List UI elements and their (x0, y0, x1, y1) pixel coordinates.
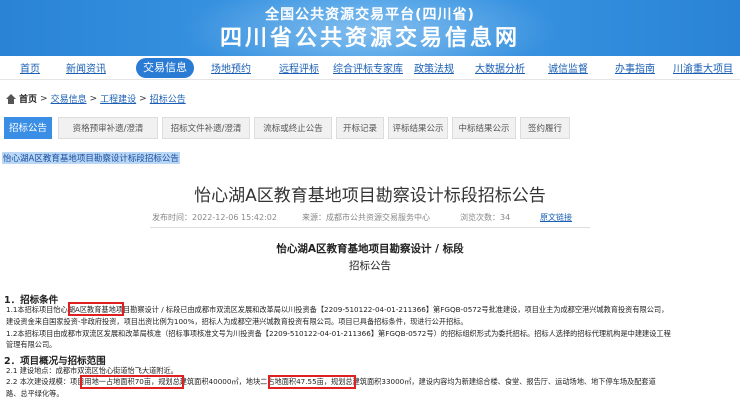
nav-item-trading-info[interactable]: 交易信息 (136, 58, 194, 78)
nav-item-major-projects[interactable]: 川渝重大项目 (673, 60, 733, 75)
annotation-box-plot-two-area (268, 375, 356, 389)
site-title: 四川省公共资源交易信息网 (219, 26, 520, 51)
nav-item-guide[interactable]: 办事指南 (615, 60, 655, 75)
view-count: 浏览次数：34 (460, 213, 511, 222)
tab-bid-opening-record[interactable]: 开标记录 (336, 117, 384, 139)
breadcrumb-separator: > (40, 93, 48, 104)
breadcrumb-home[interactable]: 首页 (19, 92, 37, 105)
tab-failed-or-terminated[interactable]: 流标或终止公告 (254, 117, 332, 139)
section-heading-1: 1．招标条件 (4, 295, 59, 306)
annotation-box-plot-one-area (80, 375, 184, 389)
notice-type-tabs: 招标公告 资格预审补遗/澄清 招标文件补遗/澄清 流标或终止公告 开标记录 评标… (4, 117, 736, 139)
nav-item-credit[interactable]: 诚信监督 (548, 60, 588, 75)
paragraph-2-3: 路、总平绿化等。 (6, 389, 64, 398)
tab-tender-doc-clarification[interactable]: 招标文件补遗/澄清 (162, 117, 250, 139)
source: 来源：成都市公共资源交易服务中心 (302, 213, 430, 222)
paragraph-1-4: 管理有限公司。 (6, 340, 57, 349)
breadcrumb-tender-notice[interactable]: 招标公告 (150, 92, 186, 105)
section-heading-2: 2．项目概况与招标范围 (4, 356, 106, 367)
tab-evaluation-result[interactable]: 评标结果公示 (388, 117, 448, 139)
tab-tender-notice[interactable]: 招标公告 (4, 117, 52, 139)
original-link[interactable]: 原文链接 (540, 213, 572, 222)
annotation-box-project-name (68, 302, 124, 316)
main-nav: 首页 新闻资讯 交易信息 场地预约 远程评标 综合评标专家库 政策法规 大数据分… (0, 56, 740, 80)
tab-award-result[interactable]: 中标结果公示 (452, 117, 516, 139)
article-title: 怡心湖A区教育基地项目勘察设计标段招标公告 (194, 186, 546, 206)
nav-item-home[interactable]: 首页 (20, 60, 40, 75)
publish-time: 发布时间：2022-12-06 15:42:02 (152, 213, 277, 222)
header-divider (150, 227, 590, 228)
nav-item-expert-pool[interactable]: 综合评标专家库 (333, 60, 403, 75)
nav-item-venue-booking[interactable]: 场地预约 (211, 60, 251, 75)
breadcrumb-separator: > (139, 93, 147, 104)
nav-item-big-data[interactable]: 大数据分析 (475, 60, 525, 75)
breadcrumb: 首页 > 交易信息 > 工程建设 > 招标公告 (6, 92, 186, 105)
tab-contract-performance[interactable]: 签约履行 (520, 117, 570, 139)
breadcrumb-separator: > (89, 93, 98, 104)
document-title: 怡心湖A区教育基地项目勘察设计 / 标段 (276, 243, 464, 255)
tab-prequal-clarification[interactable]: 资格预审补遗/澄清 (58, 117, 158, 139)
home-icon (6, 93, 16, 104)
paragraph-1-2: 建设资金来自国家投资-非政府投资，项目出资比例为100%，招标人为成都空港兴城教… (6, 317, 468, 326)
nav-item-remote-evaluation[interactable]: 远程评标 (279, 60, 319, 75)
site-banner: 全国公共资源交易平台(四川省) 四川省公共资源交易信息网 (0, 0, 740, 56)
document-subtitle: 招标公告 (349, 260, 391, 272)
nav-item-policy[interactable]: 政策法规 (414, 60, 454, 75)
paragraph-1-3: 1.2本招标项目由成都市双流区发展和改革局核准（招标事项核准文号为川投资备【22… (6, 329, 671, 338)
breadcrumb-trading-info[interactable]: 交易信息 (51, 92, 87, 105)
nav-item-news[interactable]: 新闻资讯 (66, 60, 106, 75)
breadcrumb-construction[interactable]: 工程建设 (100, 92, 136, 105)
selected-notice-link[interactable]: 怡心湖A区教育基地项目勘察设计标段招标公告 (2, 152, 180, 164)
